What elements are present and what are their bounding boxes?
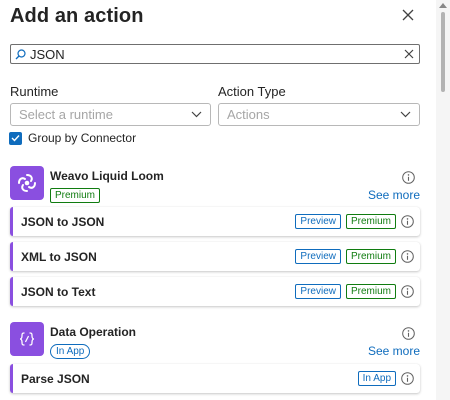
close-button[interactable] (397, 4, 419, 26)
runtime-dropdown[interactable]: Select a runtime (10, 103, 211, 126)
action-card-parse-json[interactable]: Parse JSON In App (10, 364, 420, 393)
preview-badge: Preview (295, 284, 341, 299)
group-by-label: Group by Connector (28, 131, 137, 145)
action-name: JSON to Text (21, 284, 96, 299)
action-card-json-to-text[interactable]: JSON to Text Preview Premium (10, 277, 420, 306)
connector-name: Weavo Liquid Loom (50, 169, 164, 183)
group-by-connector-toggle[interactable]: Group by Connector (9, 131, 136, 145)
action-info-button[interactable] (401, 372, 414, 385)
connector-icon (10, 322, 44, 356)
close-icon (404, 49, 414, 59)
info-icon (401, 215, 414, 228)
chevron-down-icon (191, 111, 202, 118)
group-by-checkbox[interactable] (9, 131, 22, 145)
action-name: Parse JSON (21, 371, 90, 386)
action-info-button[interactable] (401, 215, 414, 228)
action-card-json-to-json[interactable]: JSON to JSON Preview Premium (10, 207, 420, 236)
connector-name: Data Operation (50, 325, 137, 339)
scrollbar-thumb[interactable] (441, 12, 445, 92)
see-more-link[interactable]: See more (368, 188, 420, 202)
swirl-icon (18, 174, 36, 192)
premium-badge: Premium (345, 249, 396, 264)
clear-search-button[interactable] (399, 45, 419, 63)
curly-braces-icon (19, 332, 35, 346)
info-icon (402, 171, 415, 184)
search-input[interactable] (30, 45, 399, 63)
action-name: JSON to JSON (21, 214, 105, 229)
connector-data-operation: Data Operation In App See more (10, 322, 420, 359)
action-info-button[interactable] (401, 285, 414, 298)
search-box[interactable] (10, 44, 420, 64)
vertical-scrollbar[interactable] (436, 0, 450, 400)
see-more-link[interactable]: See more (368, 344, 420, 358)
connector-info-button[interactable] (402, 327, 415, 345)
runtime-label: Runtime (10, 84, 59, 99)
info-icon (401, 250, 414, 263)
connector-weavo-liquid-loom: Weavo Liquid Loom Premium See more (10, 166, 420, 203)
in-app-badge: In App (50, 344, 91, 359)
preview-badge: Preview (295, 249, 341, 264)
close-icon (402, 9, 414, 21)
add-action-panel: Add an action Runtime Select a runtime A… (0, 0, 436, 400)
action-type-label: Action Type (218, 84, 286, 99)
panel-title: Add an action (10, 5, 144, 27)
action-card-xml-to-json[interactable]: XML to JSON Preview Premium (10, 242, 420, 271)
checkmark-icon (11, 135, 20, 142)
in-app-badge: In App (357, 371, 396, 386)
premium-badge: Premium (345, 214, 396, 229)
info-icon (402, 327, 415, 340)
preview-badge: Preview (295, 214, 341, 229)
action-type-dropdown[interactable]: Actions (218, 103, 420, 126)
info-icon (401, 285, 414, 298)
premium-badge: Premium (345, 284, 396, 299)
search-icon (15, 48, 26, 59)
connector-info-button[interactable] (402, 171, 415, 189)
action-name: XML to JSON (21, 249, 97, 264)
scroll-up-arrow-icon[interactable] (439, 2, 447, 8)
premium-badge: Premium (50, 188, 101, 203)
runtime-placeholder: Select a runtime (19, 107, 113, 122)
chevron-down-icon (400, 111, 411, 118)
action-type-placeholder: Actions (227, 107, 270, 122)
connector-icon (10, 166, 44, 200)
action-info-button[interactable] (401, 250, 414, 263)
info-icon (401, 372, 414, 385)
